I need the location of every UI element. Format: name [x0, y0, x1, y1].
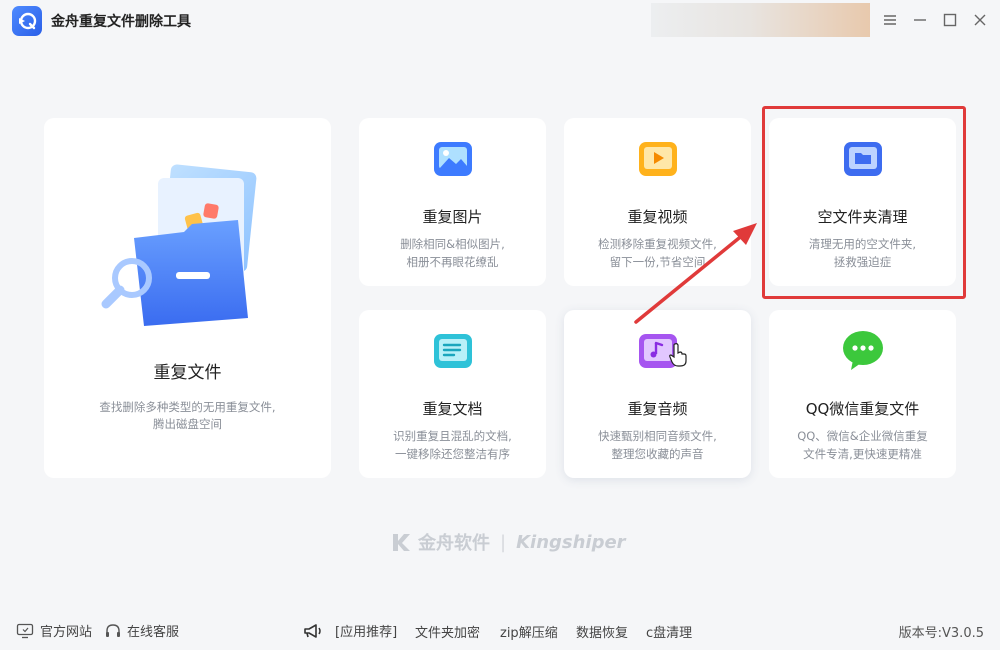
maximize-button[interactable] [940, 10, 960, 30]
headset-icon [106, 623, 120, 637]
card-title: 重复音频 [627, 400, 688, 418]
card-desc: 查找删除多种类型的无用重复文件, [99, 400, 276, 414]
brand-logo-icon [393, 534, 410, 551]
duplicate-files-card[interactable]: 重复文件 查找删除多种类型的无用重复文件, 腾出磁盘空间 [44, 118, 331, 478]
card-title: 重复视频 [627, 208, 688, 226]
footer-link-c-drive-cleanup[interactable]: c盘清理 [646, 622, 692, 641]
app-logo [12, 6, 42, 36]
close-icon [974, 14, 986, 26]
app-recommend-group: [应用推荐] [302, 621, 397, 640]
card-desc: 清理无用的空文件夹, [808, 237, 917, 251]
chat-bubble-icon [842, 331, 883, 370]
title-bar: 金舟重复文件删除工具 [0, 0, 1000, 40]
card-desc: QQ、微信&企业微信重复 [797, 429, 928, 443]
card-desc: 识别重复且混乱的文档, [393, 429, 512, 443]
minimize-icon [914, 19, 926, 21]
close-button[interactable] [970, 10, 990, 30]
card-title: 重复图片 [422, 208, 483, 226]
duplicate-videos-card[interactable]: 重复视频 检测移除重复视频文件, 留下一份,节省空间 [564, 118, 751, 286]
folder-search-illustration-icon [101, 164, 256, 326]
card-desc: 留下一份,节省空间 [609, 255, 706, 269]
card-desc: 文件专清,更快速更精准 [803, 447, 922, 461]
document-icon [433, 334, 472, 368]
card-desc: 拯救强迫症 [833, 255, 892, 269]
empty-folder-cleanup-card[interactable]: 空文件夹清理 清理无用的空文件夹, 拯救强迫症 [769, 118, 956, 286]
card-title: 空文件夹清理 [817, 208, 908, 226]
minimize-button[interactable] [910, 10, 930, 30]
card-title: QQ微信重复文件 [805, 400, 920, 418]
app-recommend-label: [应用推荐] [335, 625, 398, 640]
footer-link-zip-extract[interactable]: zip解压缩 [500, 622, 558, 641]
image-icon [433, 142, 472, 176]
online-service-link[interactable]: 在线客服 [104, 621, 179, 640]
brand-separator: | [500, 531, 507, 553]
video-icon [638, 142, 677, 176]
card-title: 重复文档 [422, 400, 483, 418]
card-desc: 一键移除还您整洁有序 [395, 447, 510, 461]
menu-icon [884, 15, 896, 25]
official-site-label: 官方网站 [40, 625, 93, 640]
duplicate-documents-card[interactable]: 重复文档 识别重复且混乱的文档, 一键移除还您整洁有序 [359, 310, 546, 478]
folder-icon [843, 142, 882, 176]
online-service-label: 在线客服 [127, 625, 180, 640]
maximize-icon [943, 13, 957, 27]
menu-button[interactable] [880, 10, 900, 30]
card-desc: 相册不再眼花缭乱 [406, 255, 499, 269]
brand-watermark: 金舟软件 | Kingshiper [390, 530, 626, 554]
card-desc: 整理您收藏的声音 [611, 447, 704, 461]
card-desc: 快速甄别相同音频文件, [598, 429, 717, 443]
footer-link-folder-encrypt[interactable]: 文件夹加密 [415, 622, 480, 641]
brand-name-cn: 金舟软件 [418, 533, 490, 554]
user-account-area[interactable] [651, 3, 870, 37]
footer-link-data-recovery[interactable]: 数据恢复 [576, 622, 628, 641]
card-desc: 检测移除重复视频文件, [598, 237, 717, 251]
duplicate-images-card[interactable]: 重复图片 删除相同&相似图片, 相册不再眼花缭乱 [359, 118, 546, 286]
version-label: 版本号:V3.0.5 [898, 626, 984, 641]
qq-wechat-duplicate-card[interactable]: QQ微信重复文件 QQ、微信&企业微信重复 文件专清,更快速更精准 [769, 310, 956, 478]
logo-icon [19, 12, 37, 30]
duplicate-audio-card[interactable]: 重复音频 快速甄别相同音频文件, 整理您收藏的声音 [564, 310, 751, 478]
footer-bar: 官方网站 在线客服 [应用推荐] 文件夹加密 zip解压缩 数据恢复 c盘清理 … [0, 617, 1000, 643]
megaphone-icon [304, 623, 321, 638]
card-desc: 删除相同&相似图片, [400, 237, 505, 251]
app-title: 金舟重复文件删除工具 [51, 14, 191, 30]
hand-cursor-icon [669, 343, 687, 367]
monitor-icon [16, 623, 34, 638]
card-title: 重复文件 [153, 363, 222, 383]
official-site-link[interactable]: 官方网站 [16, 621, 92, 640]
brand-name-en: Kingshiper [516, 531, 626, 553]
card-desc: 腾出磁盘空间 [153, 417, 222, 431]
